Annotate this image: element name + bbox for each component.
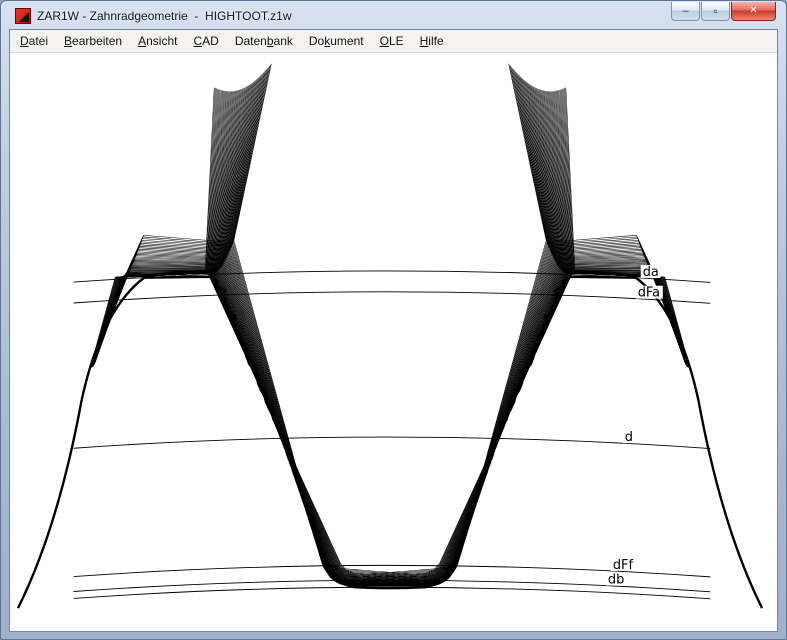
window-title: ZAR1W - Zahnradgeometrie - HIGHTOOT.z1w — [37, 9, 292, 23]
client-area: DateiBearbeitenAnsichtCADDatenbankDokume… — [9, 29, 778, 632]
diameter-arcs — [74, 271, 711, 599]
minimize-button[interactable]: – — [671, 2, 700, 21]
menu-item-ansicht[interactable]: Ansicht — [130, 31, 185, 51]
close-button[interactable]: ✕ — [731, 2, 776, 21]
diameter-label-da: da — [643, 265, 659, 280]
app-window: ZAR1W - Zahnradgeometrie - HIGHTOOT.z1w … — [0, 0, 787, 640]
diameter-label-dFa: dFa — [638, 286, 660, 301]
menu-item-datenbank[interactable]: Datenbank — [227, 31, 301, 51]
window-controls: – ▫ ✕ — [670, 2, 776, 21]
menu-item-dokument[interactable]: Dokument — [301, 31, 372, 51]
drawing-canvas[interactable]: da dFa d dFfdb — [10, 53, 777, 631]
generation-lines — [90, 64, 689, 586]
title-bar[interactable]: ZAR1W - Zahnradgeometrie - HIGHTOOT.z1w … — [9, 1, 778, 29]
menu-bar: DateiBearbeitenAnsichtCADDatenbankDokume… — [10, 30, 777, 53]
gear-geometry-plot: da dFa d dFfdb — [10, 53, 777, 631]
menu-item-cad[interactable]: CAD — [185, 31, 226, 51]
menu-item-datei[interactable]: Datei — [12, 31, 56, 51]
menu-item-hilfe[interactable]: Hilfe — [412, 31, 452, 51]
diameter-label-d: d — [625, 430, 633, 445]
menu-item-ole[interactable]: OLE — [372, 31, 412, 51]
gear-tooth-outline — [18, 277, 762, 608]
menu-item-bearbeiten[interactable]: Bearbeiten — [56, 31, 130, 51]
diameter-labels: da dFa d dFfdb — [606, 265, 663, 588]
diameter-label-db: db — [608, 573, 624, 588]
app-icon — [15, 8, 31, 24]
maximize-button[interactable]: ▫ — [701, 2, 730, 21]
diameter-label-dFf: dFf — [613, 558, 634, 573]
